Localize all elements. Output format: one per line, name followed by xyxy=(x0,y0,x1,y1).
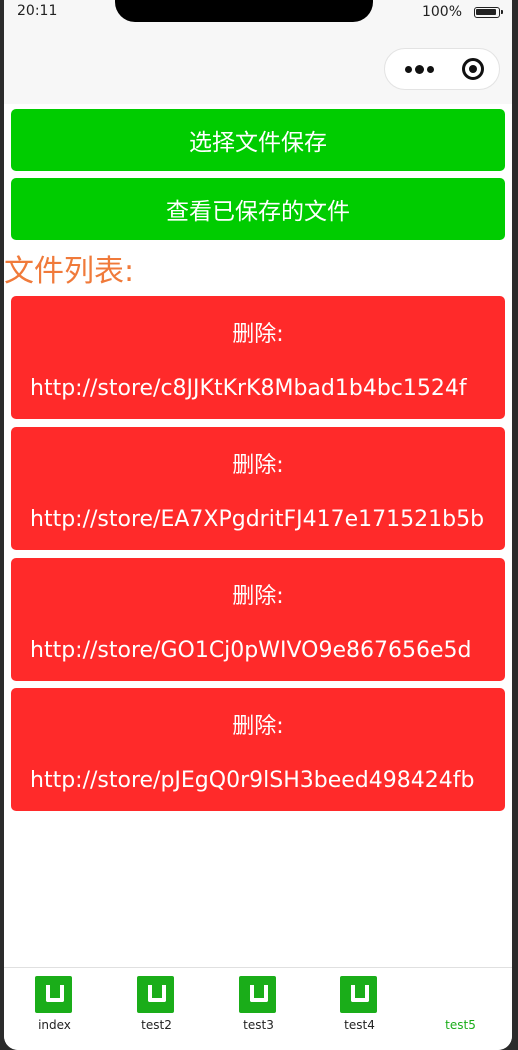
miniapp-tab-icon xyxy=(239,976,276,1013)
tab-label: test2 xyxy=(141,1018,172,1032)
camera-notch xyxy=(115,0,373,22)
tab-test5[interactable]: test5 xyxy=(410,968,511,1050)
tab-test2[interactable]: test2 xyxy=(106,968,207,1050)
tab-label: index xyxy=(38,1018,71,1032)
phone-screen: 20:11 100% 选择文件保存 查看已保存的文件 文件列表: 删除: htt… xyxy=(4,0,512,1050)
more-dots-icon[interactable] xyxy=(399,49,439,89)
battery-percentage: 100% xyxy=(421,4,462,20)
tab-index[interactable]: index xyxy=(4,968,105,1050)
file-url: http://store/c8JJKtKrK8Mbad1b4bc1524f xyxy=(30,376,467,401)
tab-label: test3 xyxy=(243,1018,274,1032)
choose-file-button[interactable]: 选择文件保存 xyxy=(11,109,505,171)
miniapp-tab-icon xyxy=(35,976,72,1013)
file-delete-item[interactable]: 删除: http://store/pJEgQ0r9lSH3beed498424f… xyxy=(11,688,505,811)
file-url: http://store/pJEgQ0r9lSH3beed498424fb xyxy=(30,768,475,793)
file-list-title: 文件列表: xyxy=(4,254,135,289)
record-circle-icon[interactable] xyxy=(462,58,484,80)
tab-label: test4 xyxy=(344,1018,375,1032)
delete-label: 删除: xyxy=(232,714,284,739)
status-time: 20:11 xyxy=(17,3,58,19)
delete-label: 删除: xyxy=(232,322,284,347)
file-delete-item[interactable]: 删除: http://store/GO1Cj0pWIVO9e867656e5d xyxy=(11,558,505,681)
file-url: http://store/EA7XPgdritFJ417e171521b5b xyxy=(30,507,485,532)
file-url: http://store/GO1Cj0pWIVO9e867656e5d xyxy=(30,638,472,663)
battery-icon xyxy=(474,7,503,18)
status-bar: 20:11 100% xyxy=(4,0,512,34)
miniprogram-capsule xyxy=(384,48,500,90)
tab-bar: index test2 test3 test4 test5 xyxy=(4,967,512,1050)
nav-bar xyxy=(4,34,512,104)
tab-label: test5 xyxy=(445,1018,476,1032)
miniapp-tab-icon xyxy=(137,976,174,1013)
tab-test4[interactable]: test4 xyxy=(309,968,410,1050)
view-saved-files-button[interactable]: 查看已保存的文件 xyxy=(11,178,505,240)
delete-label: 删除: xyxy=(232,453,284,478)
file-delete-item[interactable]: 删除: http://store/c8JJKtKrK8Mbad1b4bc1524… xyxy=(11,296,505,419)
tab-test3[interactable]: test3 xyxy=(208,968,309,1050)
file-delete-item[interactable]: 删除: http://store/EA7XPgdritFJ417e171521b… xyxy=(11,427,505,550)
delete-label: 删除: xyxy=(232,584,284,609)
miniapp-tab-icon xyxy=(340,976,377,1013)
